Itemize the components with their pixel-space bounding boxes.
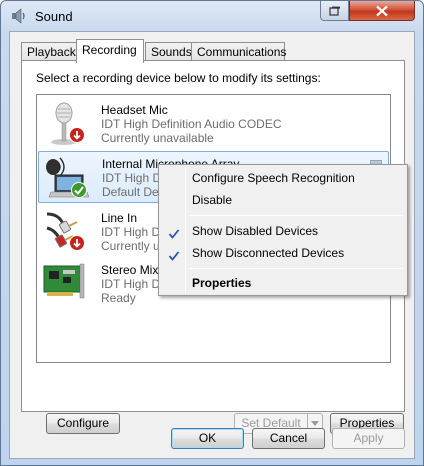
tab-sounds[interactable]: Sounds: [145, 42, 192, 61]
device-driver: IDT High Definition Audio CODEC: [101, 117, 282, 131]
device-name: Headset Mic: [101, 103, 168, 117]
menu-separator: [189, 268, 403, 269]
restore-button[interactable]: [320, 1, 349, 21]
menu-item-label: Show Disconnected Devices: [192, 246, 345, 260]
title-bar[interactable]: Sound: [1, 1, 423, 31]
device-name: Stereo Mix: [101, 263, 159, 277]
chevron-down-icon: [311, 421, 319, 426]
restore-icon: [328, 6, 340, 16]
down-arrow-badge-icon: [69, 127, 85, 143]
tab-communications[interactable]: Communications: [191, 42, 286, 61]
sound-window: Sound Playback Recording Sounds Communic…: [0, 0, 424, 466]
cancel-button[interactable]: Cancel: [252, 428, 325, 449]
menu-item-disable[interactable]: Disable: [161, 189, 405, 211]
menu-item-label: Show Disabled Devices: [192, 224, 319, 238]
menu-item-label: Disable: [192, 193, 233, 207]
tab-recording[interactable]: Recording: [76, 39, 144, 63]
sound-card-icon: [41, 260, 87, 306]
menu-item-show-disconnected-devices[interactable]: Show Disconnected Devices: [161, 242, 405, 264]
close-icon: [376, 5, 388, 16]
device-name: Line In: [101, 211, 138, 225]
window-title: Sound: [35, 9, 73, 24]
menu-item-show-disabled-devices[interactable]: Show Disabled Devices: [161, 220, 405, 242]
device-status: Currently unavailable: [101, 131, 214, 145]
menu-separator: [189, 215, 403, 216]
device-item[interactable]: Headset Mic IDT High Definition Audio CO…: [37, 97, 390, 149]
device-driver: IDT High D: [102, 171, 162, 185]
menu-item-label: Properties: [192, 276, 252, 290]
menu-item-label: Configure Speech Recognition: [192, 171, 355, 185]
menu-item-properties[interactable]: Properties: [161, 272, 405, 294]
context-menu: Configure Speech Recognition Disable Sho…: [158, 164, 408, 296]
device-status: Default De: [102, 185, 159, 199]
close-button[interactable]: [349, 1, 415, 21]
ok-button[interactable]: OK: [171, 428, 244, 449]
configure-button[interactable]: Configure: [46, 413, 120, 434]
apply-button[interactable]: Apply: [332, 428, 405, 449]
device-status: Ready: [101, 291, 136, 305]
speaker-icon: [10, 7, 28, 25]
checkmark-icon: [168, 225, 180, 239]
down-arrow-badge-icon: [69, 235, 85, 251]
device-driver: IDT High D: [101, 277, 161, 291]
instruction-text: Select a recording device below to modif…: [36, 71, 321, 85]
device-driver: IDT High D: [101, 225, 161, 239]
tab-playback[interactable]: Playback: [21, 42, 77, 61]
menu-item-configure-speech-recognition[interactable]: Configure Speech Recognition: [161, 167, 405, 189]
device-status: Currently u: [101, 239, 160, 253]
checkmark-icon: [168, 247, 180, 261]
checkmark-badge-icon: [71, 182, 87, 198]
